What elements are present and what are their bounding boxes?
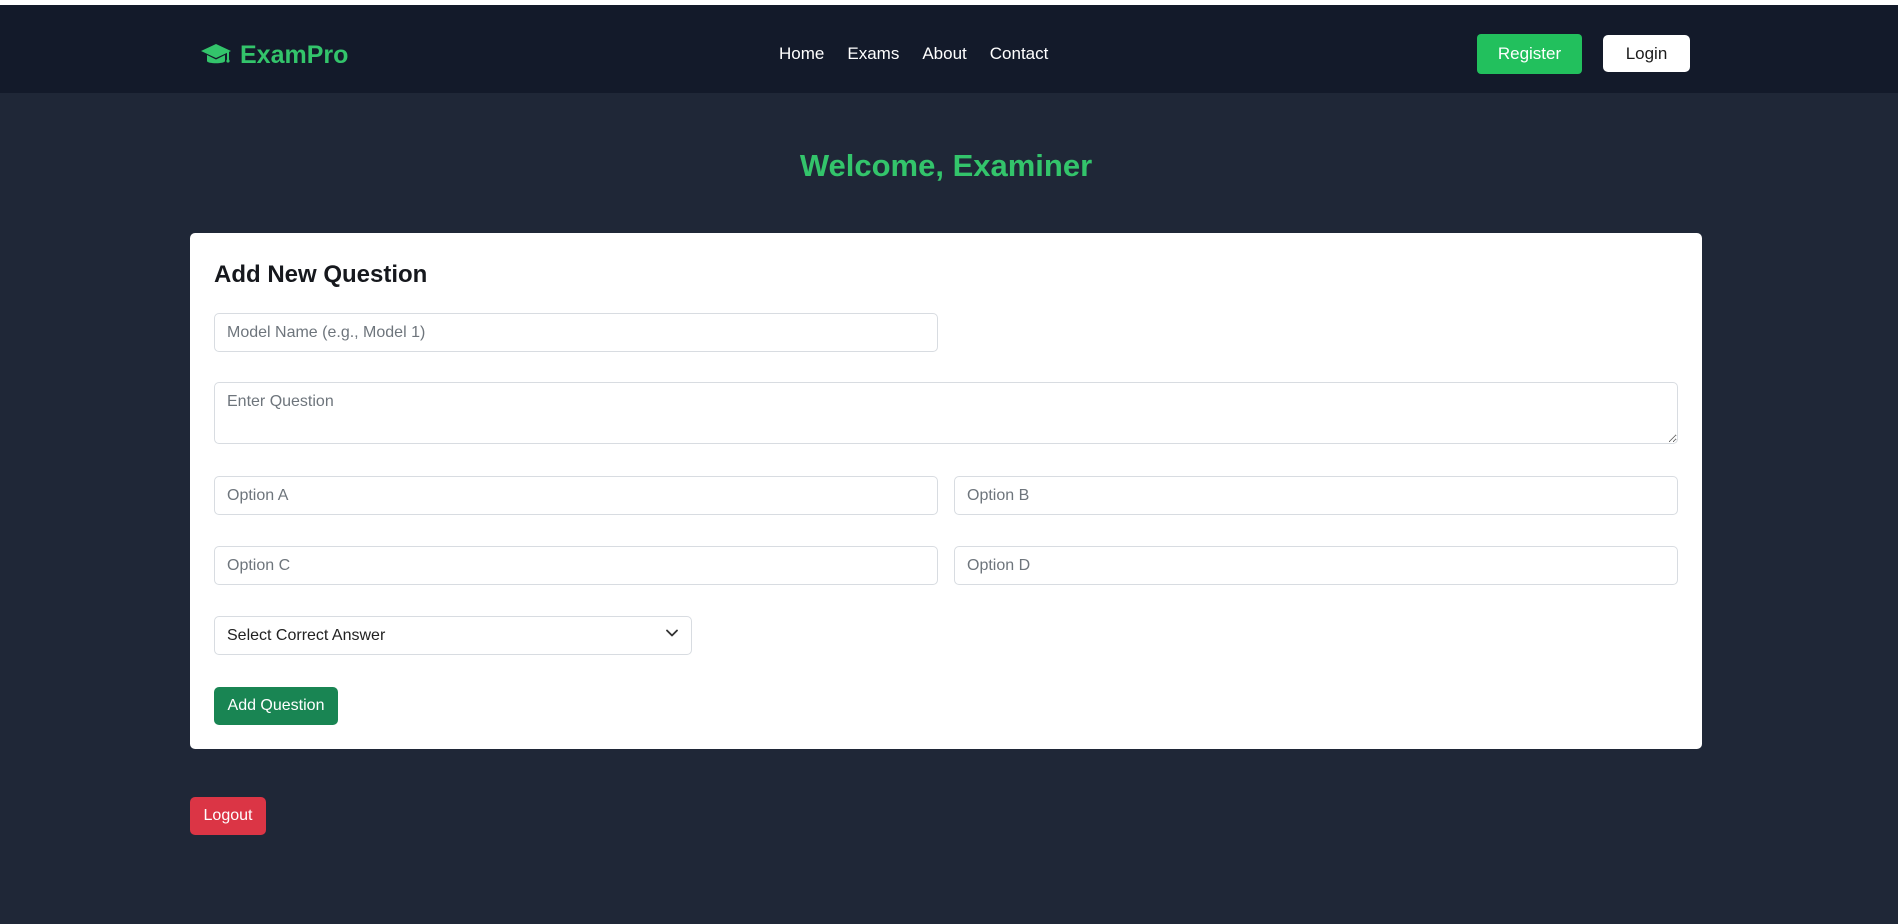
brand-name: ExamPro [240, 40, 349, 69]
add-question-card: Add New Question Select Correct Answer A… [190, 233, 1702, 749]
nav-link-home[interactable]: Home [779, 44, 824, 64]
nav-link-contact[interactable]: Contact [990, 44, 1049, 64]
nav-link-about[interactable]: About [922, 44, 966, 64]
add-question-button[interactable]: Add Question [214, 687, 338, 725]
logout-button[interactable]: Logout [190, 797, 266, 835]
register-button[interactable]: Register [1477, 34, 1582, 74]
correct-answer-select[interactable]: Select Correct Answer [214, 616, 692, 655]
question-textarea[interactable] [214, 382, 1678, 444]
form-title: Add New Question [214, 261, 428, 288]
navbar: ExamPro Home Exams About Contact Registe… [0, 5, 1898, 93]
option-c-input[interactable] [214, 546, 938, 585]
chevron-down-icon [665, 626, 679, 645]
nav-link-exams[interactable]: Exams [847, 44, 899, 64]
correct-answer-selected-value: Select Correct Answer [227, 626, 386, 644]
login-button[interactable]: Login [1603, 35, 1690, 72]
graduation-cap-icon [200, 42, 232, 68]
main-nav: Home Exams About Contact [779, 37, 1048, 71]
welcome-heading: Welcome, Examiner [799, 148, 1093, 183]
option-a-input[interactable] [214, 476, 938, 515]
model-name-input[interactable] [214, 313, 938, 352]
option-b-input[interactable] [954, 476, 1678, 515]
option-d-input[interactable] [954, 546, 1678, 585]
brand-logo[interactable]: ExamPro [200, 35, 348, 75]
